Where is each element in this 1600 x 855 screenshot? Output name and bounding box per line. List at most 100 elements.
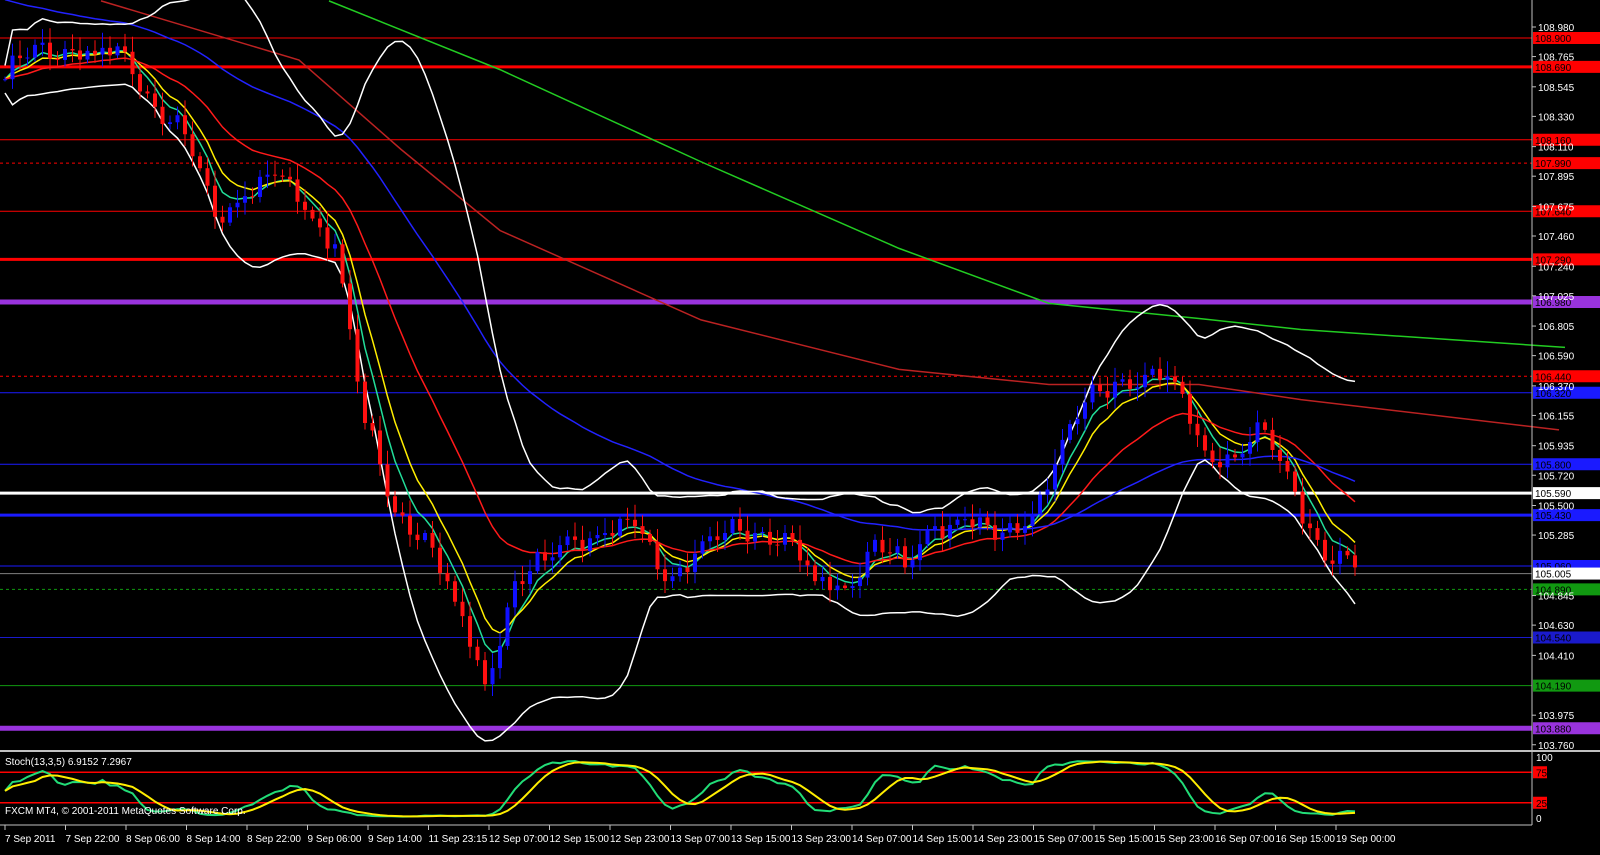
price-tick-label: 107.025	[1538, 292, 1575, 303]
price-tick-label: 105.500	[1538, 502, 1575, 513]
candle-body	[1353, 555, 1357, 568]
ma-long-green	[328, 0, 1566, 349]
candle-body	[835, 585, 840, 591]
candle-body	[633, 519, 637, 527]
price-tick-label: 106.155	[1538, 411, 1575, 422]
candle-body	[393, 496, 397, 513]
candle-body	[760, 531, 765, 533]
time-tick-label: 7 Sep 22:00	[66, 834, 120, 845]
candle-body	[235, 202, 240, 208]
candle-body	[228, 207, 232, 223]
time-tick-label: 15 Sep 07:00	[1034, 834, 1094, 845]
candle-body	[565, 536, 570, 546]
time-tick-label: 8 Sep 06:00	[126, 834, 180, 845]
candle-body	[498, 645, 502, 669]
candle-body	[580, 539, 585, 551]
candle-body	[798, 539, 802, 561]
candle-body	[1278, 449, 1282, 461]
price-tick-label: 108.110	[1538, 143, 1574, 154]
candle-body	[723, 533, 727, 540]
candle-body	[205, 168, 210, 186]
candle-body	[1150, 368, 1155, 375]
price-tick-label: 104.410	[1538, 651, 1575, 662]
candle-body	[1165, 376, 1170, 380]
price-chart[interactable]: 108.900108.690108.160107.990107.640107.2…	[0, 0, 1600, 855]
candle-body	[745, 530, 750, 542]
candle-body	[1270, 429, 1275, 450]
moving-averages	[4, 0, 1566, 742]
candle-body	[655, 541, 660, 570]
candle-body	[670, 576, 675, 582]
candlesticks	[3, 28, 1357, 696]
candle-body	[753, 533, 757, 542]
candle-body	[1323, 539, 1327, 561]
candle-body	[850, 586, 855, 588]
candle-body	[610, 533, 615, 536]
candle-body	[543, 552, 547, 561]
candle-body	[1308, 523, 1312, 529]
candle-body	[993, 525, 997, 540]
candle-body	[295, 179, 300, 202]
candle-body	[550, 557, 555, 561]
candle-body	[1083, 402, 1087, 419]
candle-body	[903, 546, 907, 568]
price-tick-label: 108.545	[1538, 83, 1575, 94]
price-tick-label: 107.675	[1538, 202, 1575, 213]
candle-body	[820, 576, 825, 582]
price-tick-label: 103.975	[1538, 711, 1575, 722]
price-label: 108.900	[1535, 34, 1572, 45]
candle-body	[1128, 379, 1132, 389]
price-tick-label: 107.460	[1538, 232, 1575, 243]
candle-body	[1300, 491, 1305, 524]
candle-body	[708, 536, 712, 542]
price-tick-label: 107.240	[1538, 262, 1575, 273]
candle-body	[1195, 423, 1200, 436]
candle-body	[468, 616, 472, 647]
candle-body	[370, 423, 375, 431]
candle-body	[873, 539, 877, 552]
candle-body	[130, 51, 135, 75]
candle-body	[783, 533, 787, 545]
candle-body	[175, 115, 180, 123]
candle-body	[1000, 532, 1005, 540]
time-tick-label: 12 Sep 15:00	[550, 834, 610, 845]
time-tick-label: 7 Sep 2011	[5, 834, 56, 845]
candle-body	[1188, 393, 1192, 424]
time-tick-label: 9 Sep 14:00	[368, 834, 422, 845]
ma-ema55	[4, 0, 1356, 531]
candle-body	[618, 518, 622, 536]
candle-body	[843, 585, 847, 588]
candle-body	[460, 601, 465, 617]
candle-body	[1023, 526, 1027, 533]
candle-body	[768, 531, 772, 545]
price-label: 108.690	[1535, 63, 1572, 74]
price-label: 105.800	[1535, 460, 1572, 471]
candle-body	[273, 174, 277, 176]
candle-body	[243, 196, 247, 203]
candle-body	[573, 536, 577, 540]
candle-body	[310, 209, 315, 219]
candle-body	[220, 216, 225, 223]
candle-body	[738, 518, 742, 531]
candle-body	[1045, 489, 1050, 495]
candle-body	[288, 176, 292, 180]
copyright-label: FXCM MT4, © 2001-2011 MetaQuotes Softwar…	[5, 806, 246, 817]
candle-body	[1315, 528, 1320, 540]
candle-body	[1068, 424, 1072, 440]
price-tick-label: 108.765	[1538, 53, 1575, 64]
candle-body	[453, 581, 457, 602]
price-tick-label: 108.330	[1538, 112, 1575, 123]
candle-body	[1143, 374, 1147, 388]
candle-body	[1218, 462, 1222, 468]
time-tick-label: 15 Sep 23:00	[1155, 834, 1215, 845]
candle-body	[445, 572, 450, 582]
candle-body	[378, 430, 382, 465]
stoch-title: Stoch(13,3,5) 6.9152 7.2967	[5, 757, 132, 768]
price-label: 105.430	[1535, 511, 1572, 522]
candle-body	[828, 576, 832, 591]
candle-body	[1113, 381, 1117, 398]
candle-body	[333, 244, 337, 249]
candle-body	[1030, 513, 1035, 527]
time-tick-label: 16 Sep 07:00	[1215, 834, 1275, 845]
candle-body	[1263, 422, 1267, 430]
